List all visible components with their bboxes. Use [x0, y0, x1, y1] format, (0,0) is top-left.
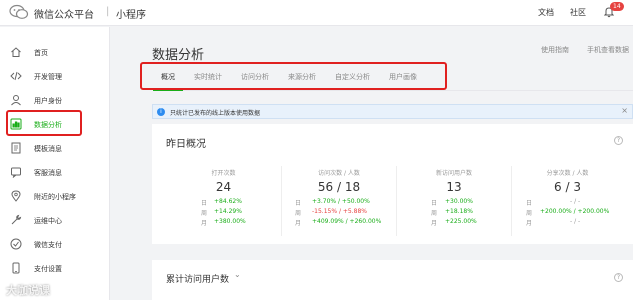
overview-card: 昨日概况 ? 打开次数 24 日 +84.62% 周 +14.29% 月 +380.0…: [152, 124, 633, 244]
sidebar-item-label: 首页: [34, 49, 48, 57]
sidebar-item-label: 客服消息: [34, 169, 62, 177]
phone-icon: [10, 262, 22, 274]
customer-service-icon: [10, 166, 22, 179]
sidebar-highlight-box: [6, 110, 82, 136]
help-icon[interactable]: ?: [614, 136, 623, 145]
metric-visits: 访问次数 / 人数 56 / 18 日 +3.70% / +50.00% 周 -15…: [281, 166, 396, 236]
docs-link[interactable]: 文档: [538, 7, 554, 18]
title-separator: |: [106, 6, 110, 17]
metric-shares: 分享次数 / 人数 6 / 3 日 - / - 周 +200.00% / +200.…: [511, 166, 623, 236]
metric-change: -15.15% / +5.88%: [312, 208, 367, 215]
sidebar-item-home[interactable]: 首页: [0, 41, 110, 65]
metric-value: 6 / 3: [554, 180, 581, 194]
metric-change: +380.00%: [214, 218, 246, 225]
tabs-highlight-box: [140, 62, 447, 90]
sidebar-item-label: 支付设置: [34, 265, 62, 273]
metric-change: +18.18%: [445, 208, 473, 215]
sidebar-item-customer-service[interactable]: 客服消息: [0, 161, 110, 185]
metric-opens: 打开次数 24 日 +84.62% 周 +14.29% 月 +380.00%: [166, 166, 281, 236]
metric-change: +30.00%: [445, 198, 473, 205]
notice-text: 只统计已发布的线上版本使用数据: [170, 110, 261, 117]
watermark: 大咖说课: [6, 284, 50, 297]
chevron-down-icon[interactable]: ⌄: [234, 270, 241, 279]
sidebar-item-template-messages[interactable]: 模板消息: [0, 137, 110, 161]
wrench-icon: [10, 214, 22, 226]
row-key-week: 周: [201, 210, 208, 217]
sidebar: 首页 开发管理 用户身份 数据分析 模板消息 客服消息 附近的小程序 运维中心 …: [0, 27, 110, 300]
metric-change: +409.09% / +260.00%: [312, 218, 382, 225]
row-key-day: 日: [431, 200, 438, 207]
metric-change: +200.00% / +200.00%: [540, 208, 610, 215]
document-icon: [10, 142, 22, 154]
platform-brand[interactable]: 微信公众平台: [34, 6, 94, 21]
row-key-week: 周: [526, 210, 533, 217]
row-key-month: 月: [431, 220, 438, 227]
metric-label: 打开次数: [211, 170, 236, 177]
location-icon: [10, 190, 22, 202]
sidebar-item-dev-management[interactable]: 开发管理: [0, 65, 110, 89]
sidebar-item-label: 附近的小程序: [34, 193, 76, 201]
community-link[interactable]: 社区: [570, 7, 586, 18]
sidebar-item-label: 微信支付: [34, 241, 62, 249]
metric-change: - / -: [570, 218, 581, 225]
metric-label: 访问次数 / 人数: [318, 170, 360, 177]
row-key-week: 周: [431, 210, 438, 217]
row-key-month: 月: [201, 220, 208, 227]
home-icon: [10, 46, 22, 58]
row-key-day: 日: [526, 200, 533, 207]
overview-title: 昨日概况: [166, 139, 206, 150]
close-icon[interactable]: ×: [621, 106, 628, 115]
row-key-month: 月: [526, 220, 533, 227]
metric-change: +225.00%: [445, 218, 477, 225]
info-icon: i: [157, 108, 165, 116]
user-guide-link[interactable]: 使用指南: [541, 45, 569, 55]
notification-badge: 14: [610, 2, 624, 11]
wechat-logo-icon: [9, 4, 29, 19]
sidebar-item-nearby-miniprograms[interactable]: 附近的小程序: [0, 185, 110, 209]
metric-change: +14.29%: [214, 208, 242, 215]
sidebar-item-ops-center[interactable]: 运维中心: [0, 209, 110, 233]
row-key-week: 周: [295, 210, 302, 217]
cumulative-card: 累计访问用户数 ⌄ ?: [152, 260, 633, 300]
sidebar-item-label: 用户身份: [34, 97, 62, 105]
sidebar-item-label: 模板消息: [34, 145, 62, 153]
metric-label: 分享次数 / 人数: [546, 170, 589, 177]
code-icon: [10, 70, 22, 82]
sidebar-item-payment-settings[interactable]: 支付设置: [0, 257, 110, 281]
metric-label: 新访问用户数: [435, 170, 472, 177]
top-bar: 微信公众平台 | 小程序 文档 社区 14: [0, 0, 633, 26]
metric-value: 24: [215, 180, 232, 194]
mobile-view-link[interactable]: 手机查看数据: [587, 45, 629, 55]
metric-value: 56 / 18: [317, 180, 361, 194]
app-name: 小程序: [116, 10, 146, 21]
notice-bar: i 只统计已发布的线上版本使用数据 ×: [152, 104, 633, 119]
sidebar-item-wechat-pay[interactable]: 微信支付: [0, 233, 110, 257]
page-title: 数据分析: [152, 48, 205, 63]
help-icon[interactable]: ?: [614, 273, 623, 282]
row-key-month: 月: [295, 220, 302, 227]
metric-value: 13: [446, 180, 462, 194]
row-key-day: 日: [201, 200, 208, 207]
metric-change: - / -: [570, 198, 581, 205]
user-icon: [10, 94, 22, 106]
sidebar-item-label: 运维中心: [34, 217, 62, 225]
pay-icon: [10, 238, 22, 250]
sidebar-item-label: 开发管理: [34, 73, 62, 81]
metric-new-users: 新访问用户数 13 日 +30.00% 周 +18.18% 月 +225.00%: [396, 166, 511, 236]
metric-change: +84.62%: [214, 198, 242, 205]
cumulative-title: 累计访问用户数: [166, 275, 230, 285]
metric-change: +3.70% / +50.00%: [312, 198, 370, 205]
row-key-day: 日: [295, 200, 302, 207]
